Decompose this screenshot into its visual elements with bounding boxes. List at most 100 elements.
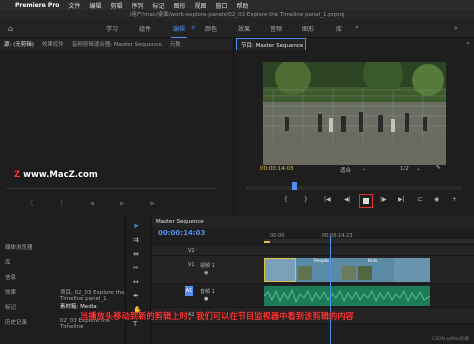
source-panel-tabs: 源: (无剪辑) 效果控件 音频剪辑混合器: Master Sequence 元… <box>0 38 233 50</box>
audio-clip[interactable] <box>263 286 431 306</box>
mark-in-button[interactable]: { <box>284 196 288 203</box>
app-name-menu[interactable]: Premiere Pro <box>15 2 59 9</box>
menu-view[interactable]: 视图 <box>195 1 207 10</box>
program-transport-controls: { } |◀ ◀| |▶ ▶| ⊏ ◉ + <box>246 194 461 208</box>
credit-text: CSDN @Mac柠檬 <box>432 337 469 342</box>
lift-icon[interactable]: ⊏ <box>418 196 423 203</box>
menu-sequence[interactable]: 序列 <box>131 1 143 10</box>
clip-thumbnail <box>342 266 356 280</box>
program-timecode[interactable]: 00:00:14:03 <box>260 166 294 172</box>
mark-out-button[interactable]: } <box>304 196 308 203</box>
ripple-edit-tool-icon[interactable]: ⇹ <box>133 250 139 258</box>
workspace-assembly[interactable]: 组件 <box>139 24 151 33</box>
project-path: /用户/mac/桌面/work-explore-panels/02_03 Exp… <box>0 10 474 20</box>
tutorial-caption: 当播放头移动到新的剪辑上时，我们可以在节目监视器中看到该剪辑的内容 <box>80 311 354 321</box>
track-select-tool-icon[interactable]: ⇉ <box>133 236 139 244</box>
timeline-panel: Master Sequence 00:00:14:03 00:00 00:00:… <box>152 216 474 344</box>
tab-effects[interactable]: 效果 <box>5 288 16 296</box>
workspace-menu-icon[interactable]: ≡ <box>191 25 195 31</box>
clip-thumbnail <box>358 266 372 280</box>
panel-menu-icon[interactable]: » <box>466 40 470 47</box>
workspace-bar: ⌂ 学习 组件 编辑 ≡ 颜色 效果 音频 图形 库 » ⌕ <box>0 20 474 38</box>
selection-tool-icon[interactable]: ➤ <box>133 222 139 230</box>
workspace-color[interactable]: 颜色 <box>205 24 217 33</box>
menu-clip[interactable]: 剪辑 <box>110 1 122 10</box>
track-label-v1: V1 <box>188 262 195 268</box>
step-back-icon[interactable]: ◀| <box>344 196 351 203</box>
soccer-field-scene <box>263 62 446 165</box>
tab-media-browser[interactable]: 媒体浏览器 <box>5 243 33 251</box>
menu-bar: Premiere Pro 文件 编辑 剪辑 序列 标记 图形 视图 窗口 帮助 <box>0 0 474 10</box>
program-scrub-bar[interactable] <box>246 182 461 190</box>
timeline-timecode[interactable]: 00:00:14:03 <box>158 229 205 237</box>
source-scrub-line[interactable] <box>6 188 216 189</box>
home-icon[interactable]: ⌂ <box>8 24 13 33</box>
tab-info[interactable]: 信息 <box>5 273 16 281</box>
tab-project[interactable]: 项目: 02_03 Explore the Timeline panel_1 <box>60 288 125 302</box>
tools-panel: ➤ ⇉ ⇹ ✂ ↔ ✒ ✋ T <box>127 216 151 344</box>
tab-libraries[interactable]: 库 <box>5 258 11 266</box>
workspace-libraries[interactable]: 库 <box>336 24 342 33</box>
mic-icon[interactable]: ● <box>204 296 208 302</box>
program-monitor-panel: 节目: Master Sequence » 00:00:14:03 适合 ⌄ 1… <box>236 38 474 216</box>
quality-select[interactable]: 1/2 <box>400 166 409 172</box>
work-area-bar[interactable] <box>264 241 270 243</box>
time-ruler[interactable] <box>264 239 474 243</box>
playhead-handle[interactable] <box>292 182 297 190</box>
clip-thumbnail <box>298 266 312 280</box>
wrench-icon[interactable]: ✎ <box>436 165 441 171</box>
video-clip[interactable] <box>264 258 296 282</box>
source-monitor-panel: 源: (无剪辑) 效果控件 音频剪辑混合器: Master Sequence 元… <box>0 38 234 216</box>
tab-metadata[interactable]: 元数 <box>170 40 181 48</box>
timeline-tabs: Master Sequence <box>152 216 474 228</box>
eye-icon[interactable]: ◉ <box>204 270 208 276</box>
workspace-audio[interactable]: 音频 <box>270 24 282 33</box>
chevron-down-icon[interactable]: ⌄ <box>416 166 421 172</box>
go-to-out-icon[interactable]: ▶| <box>398 196 405 203</box>
program-panel-tabs: 节目: Master Sequence <box>236 38 306 50</box>
zoom-select[interactable]: 适合 <box>340 166 351 174</box>
step-forward-icon[interactable]: |▶ <box>380 196 387 203</box>
tab-bin-media[interactable]: 素材箱: Media <box>60 302 97 310</box>
video-clip[interactable] <box>394 258 430 282</box>
track-name-v1: 视频 1 <box>200 263 215 269</box>
track-v1: V1 视频 1 ◉ People Kids <box>152 256 474 284</box>
stop-icon <box>363 198 369 204</box>
track-label-v2: V2 <box>188 248 195 254</box>
track-a1: A1 音频 1 ● <box>152 284 474 308</box>
pen-tool-icon[interactable]: ✒ <box>133 292 139 300</box>
razor-tool-icon[interactable]: ✂ <box>133 264 139 272</box>
clip-label-people: People <box>314 259 329 264</box>
program-video-frame <box>263 62 446 165</box>
add-button[interactable]: + <box>452 196 457 203</box>
workspace-effects[interactable]: 效果 <box>238 24 250 33</box>
menu-file[interactable]: 文件 <box>68 1 80 10</box>
track-label-a1[interactable]: A1 <box>185 286 193 296</box>
tab-master-sequence[interactable]: Master Sequence <box>156 219 204 225</box>
tab-markers[interactable]: 标记 <box>5 303 16 311</box>
timeline-playhead[interactable] <box>330 236 331 344</box>
go-to-in-icon[interactable]: |◀ <box>324 196 331 203</box>
menu-graphics[interactable]: 图形 <box>173 1 185 10</box>
chevron-down-icon[interactable]: ⌄ <box>362 166 367 172</box>
tab-effect-controls[interactable]: 效果控件 <box>42 40 64 48</box>
menu-markers[interactable]: 标记 <box>152 1 164 10</box>
search-icon[interactable]: ⌕ <box>454 24 458 33</box>
video-clip[interactable]: People Kids <box>296 258 394 282</box>
workspace-graphics[interactable]: 图形 <box>302 24 314 33</box>
more-workspaces-icon[interactable]: » <box>355 24 359 31</box>
menu-edit[interactable]: 编辑 <box>89 1 101 10</box>
menu-help[interactable]: 帮助 <box>237 1 249 10</box>
slip-tool-icon[interactable]: ↔ <box>133 278 139 286</box>
workspace-editing[interactable]: 编辑 <box>170 24 188 38</box>
export-frame-icon[interactable]: ◉ <box>434 196 439 203</box>
tab-source[interactable]: 源: (无剪辑) <box>4 40 34 48</box>
stop-button[interactable] <box>359 194 373 208</box>
tab-audio-clip-mixer[interactable]: 音频剪辑混合器: Master Sequence <box>72 40 162 48</box>
workspace-learn[interactable]: 学习 <box>106 24 118 33</box>
track-v2: V2 <box>152 246 474 256</box>
tab-program[interactable]: 节目: Master Sequence <box>241 41 303 49</box>
audio-waveform <box>263 288 431 304</box>
tab-history[interactable]: 历史记录 <box>5 318 27 326</box>
menu-window[interactable]: 窗口 <box>216 1 228 10</box>
